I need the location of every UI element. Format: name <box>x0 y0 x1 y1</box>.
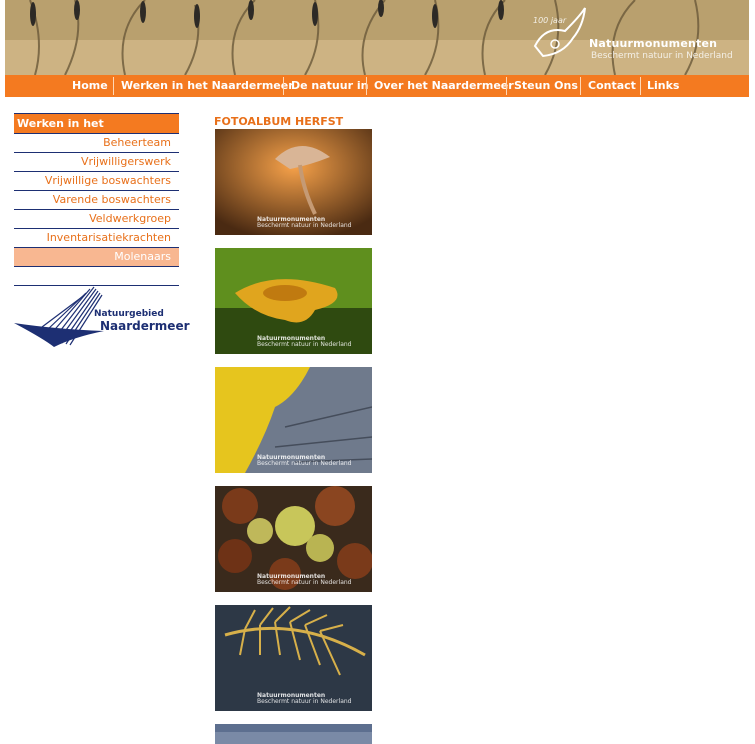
nav-over[interactable]: Over het Naardermeer <box>374 75 514 97</box>
nav-links[interactable]: Links <box>647 75 679 97</box>
sidebar-item-inventarisatiekrachten[interactable]: Inventarisatiekrachten <box>14 229 179 248</box>
logo-anniversary: 100 jaar <box>533 16 567 25</box>
album-title: FOTOALBUM HERFST <box>214 115 344 128</box>
naardermeer-logo-small-text: Natuurgebied <box>94 309 164 319</box>
sidebar-item-vrijwilligerswerk[interactable]: Vrijwilligerswerk <box>14 153 179 172</box>
logo-name: Natuurmonumenten <box>589 37 718 50</box>
photo-watermark: Natuurmonumenten Beschermt natuur in Nede… <box>257 573 352 586</box>
sidebar-item-molenaars[interactable]: Molenaars <box>14 248 179 267</box>
photo-mushroom[interactable]: Natuurmonumenten Beschermt natuur in Nede… <box>215 129 372 235</box>
photo-fern[interactable]: Natuurmonumenten Beschermt natuur in Nede… <box>215 605 372 711</box>
sidebar-item-vrijwillige-boswachters[interactable]: Vrijwillige boswachters <box>14 172 179 191</box>
photo-watermark: Natuurmonumenten Beschermt natuur in Nede… <box>257 216 352 229</box>
sidebar-heading[interactable]: Werken in het Naardermeer <box>14 113 179 149</box>
sidebar: Werken in het Naardermeer Beheerteam Vri… <box>14 113 190 372</box>
sidebar-item-varende-boswachters[interactable]: Varende boswachters <box>14 191 179 210</box>
nav-de-natuur-in[interactable]: De natuur in <box>291 75 368 97</box>
nav-steun-ons[interactable]: Steun Ons <box>514 75 578 97</box>
nav-contact[interactable]: Contact <box>588 75 636 97</box>
photo-watermark: Natuurmonumenten Beschermt natuur in Nede… <box>257 454 352 467</box>
natuurmonumenten-logo[interactable]: 100 jaar Natuurmonumenten Beschermt natu… <box>525 6 749 68</box>
logo-tagline: Beschermt natuur in Nederland <box>591 51 733 61</box>
photo-chanterelle[interactable]: Natuurmonumenten Beschermt natuur in Nede… <box>215 248 372 354</box>
photo-water[interactable] <box>215 724 372 744</box>
naardermeer-logo[interactable]: Natuurgebied Naardermeer <box>14 285 190 372</box>
sidebar-item-veldwerkgroep[interactable]: Veldwerkgroep <box>14 210 179 229</box>
nav-separator <box>640 77 641 95</box>
photo-watermark: Natuurmonumenten Beschermt natuur in Nede… <box>257 335 352 348</box>
top-navigation: Home Werken in het Naardermeer De natuur… <box>5 75 749 97</box>
photo-chestnuts[interactable]: Natuurmonumenten Beschermt natuur in Nede… <box>215 486 372 592</box>
nav-separator <box>283 77 284 95</box>
photo-lichen[interactable]: Natuurmonumenten Beschermt natuur in Nede… <box>215 367 372 473</box>
header-banner: 100 jaar Natuurmonumenten Beschermt natu… <box>5 0 749 75</box>
water-image <box>215 724 372 744</box>
photo-watermark: Natuurmonumenten Beschermt natuur in Nede… <box>257 692 352 705</box>
nav-separator <box>506 77 507 95</box>
nav-werken[interactable]: Werken in het Naardermeer <box>121 75 294 97</box>
naardermeer-logo-big-text: Naardermeer <box>100 319 190 333</box>
nav-separator <box>113 77 114 95</box>
nav-separator <box>580 77 581 95</box>
nav-separator <box>366 77 367 95</box>
nav-home[interactable]: Home <box>72 75 108 97</box>
